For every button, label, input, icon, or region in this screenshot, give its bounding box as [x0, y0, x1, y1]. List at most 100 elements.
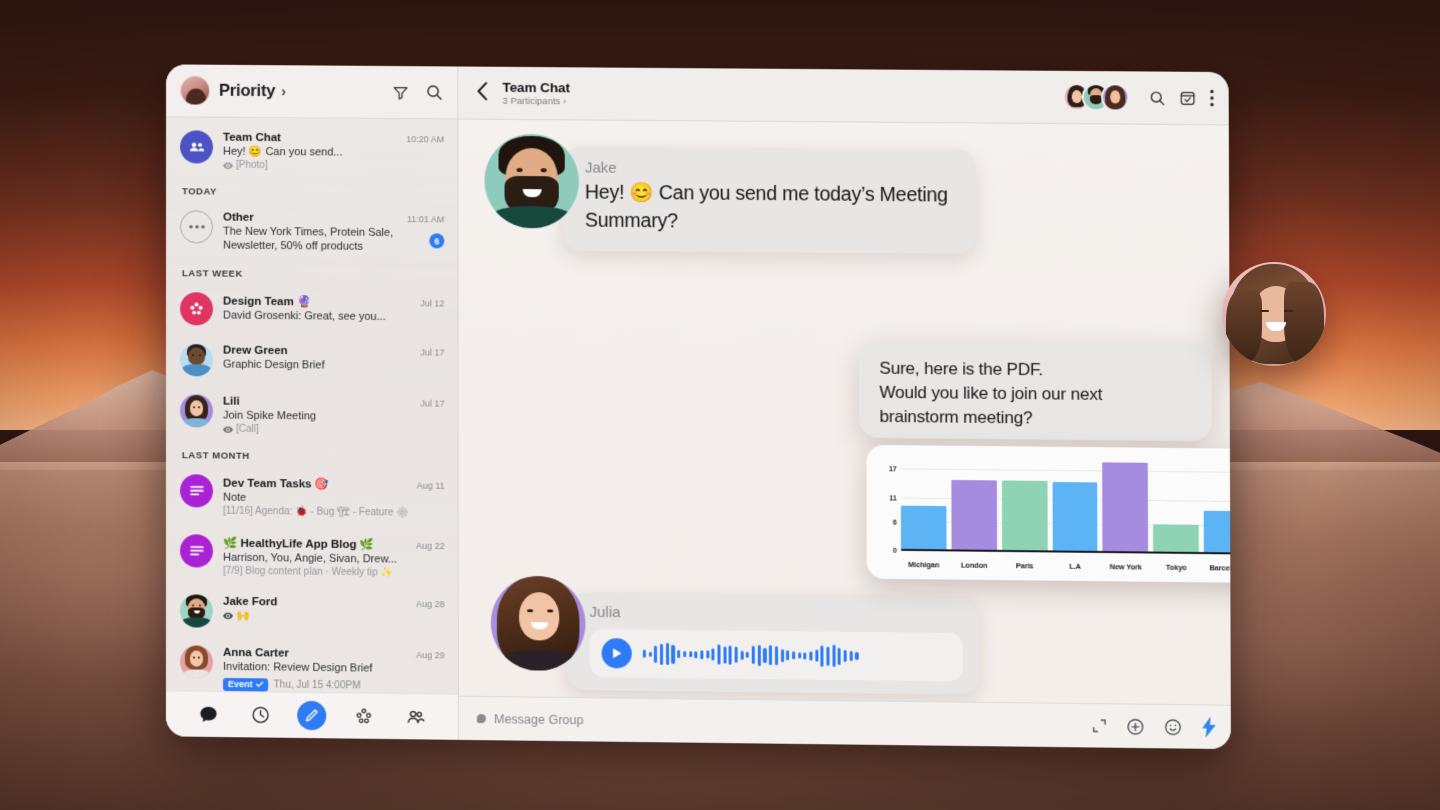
expand-icon[interactable] — [1092, 718, 1107, 733]
avatar[interactable] — [484, 133, 579, 229]
conversation-preview: Invitation: Review Design Brief — [223, 661, 373, 676]
list-item[interactable]: Jake Ford Aug 28 🙌 — [166, 586, 458, 640]
conversation-list[interactable]: Team Chat 10:20 AM Hey! 😊 Can you send..… — [166, 117, 458, 693]
avatar — [179, 645, 214, 680]
voice-player[interactable] — [589, 628, 964, 682]
list-item[interactable]: Anna Carter Aug 29 Invitation: Review De… — [166, 637, 458, 694]
pencil-icon[interactable] — [297, 700, 327, 731]
emoji-icon[interactable] — [1164, 718, 1182, 736]
participant-avatars[interactable] — [1062, 82, 1130, 112]
conversation-name: Drew Green — [223, 344, 288, 358]
waveform-bar — [837, 647, 842, 665]
floating-contact-avatar[interactable] — [1222, 262, 1326, 366]
conversation-name: Anna Carter — [223, 647, 289, 661]
waveform-bar — [809, 650, 813, 661]
event-chip[interactable]: Event — [223, 677, 268, 692]
lightning-icon[interactable] — [1201, 716, 1216, 738]
conversation-preview: Hey! 😊 Can you send... — [223, 145, 343, 159]
section-label-last-month: LAST MONTH — [181, 450, 250, 463]
chart-bar-column — [1203, 458, 1231, 555]
list-item[interactable]: Team Chat 10:20 AM Hey! 😊 Can you send..… — [166, 121, 457, 181]
list-item[interactable]: 🌿 HealthyLife App Blog 🌿 Aug 22 Harrison… — [166, 525, 458, 588]
list-item[interactable]: Lili Jul 17 Join Spike Meeting [Call] — [166, 385, 458, 446]
list-item[interactable]: Dev Team Tasks 🎯 Aug 11 Note [11/16] Age… — [166, 465, 458, 528]
sidebar-tab-bar — [165, 690, 458, 740]
more-vertical-icon[interactable] — [1209, 89, 1214, 107]
waveform-bar — [774, 645, 778, 665]
compose-bubble-icon — [476, 713, 486, 724]
avatar — [179, 474, 214, 508]
back-chevron-icon[interactable] — [476, 81, 488, 104]
waveform-bar — [751, 645, 755, 664]
waveform-bar — [786, 650, 790, 661]
message-area[interactable]: Jake Hey! 😊 Can you send me today’s Meet… — [458, 119, 1231, 705]
chart-bar — [1052, 481, 1098, 553]
conversation-name: Lili — [223, 395, 240, 408]
chat-header: Team Chat 3 Participants › — [458, 66, 1229, 126]
message-julia: Julia — [490, 575, 980, 695]
conversation-time: Aug 22 — [415, 541, 445, 552]
section-label-today: TODAY — [182, 186, 217, 198]
list-item[interactable]: Other 11:01 AM The New York Times, Prote… — [166, 201, 457, 264]
message-bubble[interactable]: Julia — [567, 592, 980, 695]
filter-icon[interactable] — [392, 84, 409, 101]
avatar[interactable] — [1101, 83, 1130, 112]
waveform-bar — [849, 650, 853, 662]
message-input[interactable]: Message Group — [494, 712, 584, 727]
sidebar: Priority › Team Chat 10:20 AM Hey! 😊 Can… — [165, 64, 459, 740]
message-composer[interactable]: Message Group — [458, 695, 1231, 750]
cluster-icon[interactable] — [348, 701, 378, 731]
dots-cluster-icon — [190, 302, 203, 315]
waveform-bar — [723, 645, 727, 664]
clock-icon[interactable] — [245, 700, 275, 730]
bar-chart-attachment[interactable]: 0 6 11 17 Michigan London Paris L.A New York Tok… — [866, 444, 1231, 583]
search-icon[interactable] — [425, 83, 443, 101]
conversation-name: Other — [223, 211, 254, 224]
list-item[interactable]: Drew Green Jul 17 Graphic Design Brief — [166, 334, 458, 388]
archive-check-icon[interactable] — [1179, 89, 1196, 106]
chart-x-axis-labels: Michigan London Paris L.A New York Tokyo Barce… — [901, 560, 1231, 573]
chart-plot-area — [900, 455, 1231, 555]
waveform-bar — [728, 645, 733, 665]
plus-circle-icon[interactable] — [1126, 717, 1144, 735]
waveform-bar — [660, 643, 664, 665]
sidebar-title-chevron-icon[interactable]: › — [281, 83, 286, 99]
conversation-time: 10:20 AM — [406, 134, 445, 145]
message-attachment-bubble[interactable]: Sure, here is the PDF. Would you like to… — [859, 340, 1212, 442]
people-icon[interactable] — [401, 702, 431, 732]
conversation-meta: 🙌 — [223, 609, 445, 624]
chart-bar — [1001, 480, 1048, 553]
waveform-bar — [677, 649, 681, 659]
conversation-preview: Note — [223, 491, 247, 505]
waveform-bar — [711, 648, 715, 661]
chat-bubble-icon[interactable] — [193, 699, 223, 729]
conversation-name: Design Team 🔮 — [223, 295, 312, 309]
avatar — [180, 210, 214, 244]
chart-bar-column — [951, 456, 997, 552]
event-time: Thu, Jul 15 4:00PM — [273, 679, 361, 692]
play-icon[interactable] — [601, 638, 632, 669]
eye-icon — [223, 161, 234, 169]
participants-label[interactable]: 3 Participants › — [502, 95, 569, 107]
waveform-bar — [826, 646, 830, 666]
waveform-bar — [832, 644, 836, 667]
waveform[interactable] — [642, 641, 951, 671]
conversation-time: Aug 28 — [416, 599, 445, 610]
chart-bar — [951, 479, 997, 552]
waveform-bar — [803, 651, 807, 659]
eye-icon — [223, 425, 233, 433]
ellipsis-icon — [188, 225, 205, 229]
user-avatar[interactable] — [180, 75, 211, 106]
waveform-bar — [717, 644, 721, 665]
chart-x-tick: L.A — [1069, 561, 1081, 571]
participants-chevron-icon: › — [562, 95, 567, 107]
waveform-bar — [797, 652, 801, 659]
conversation-meta-label: [11/16] Agenda: 🐞 - Bug 🏗 - Feature ⚙ — [223, 506, 409, 519]
waveform-bar — [757, 644, 761, 666]
eye-icon — [223, 611, 233, 619]
waveform-bar — [780, 648, 784, 662]
list-item[interactable]: Design Team 🔮 Jul 12 David Grosenki: Gre… — [166, 283, 457, 337]
avatar[interactable] — [490, 575, 586, 672]
message-bubble[interactable]: Jake Hey! 😊 Can you send me today’s Meet… — [562, 146, 977, 255]
search-icon[interactable] — [1149, 89, 1166, 106]
